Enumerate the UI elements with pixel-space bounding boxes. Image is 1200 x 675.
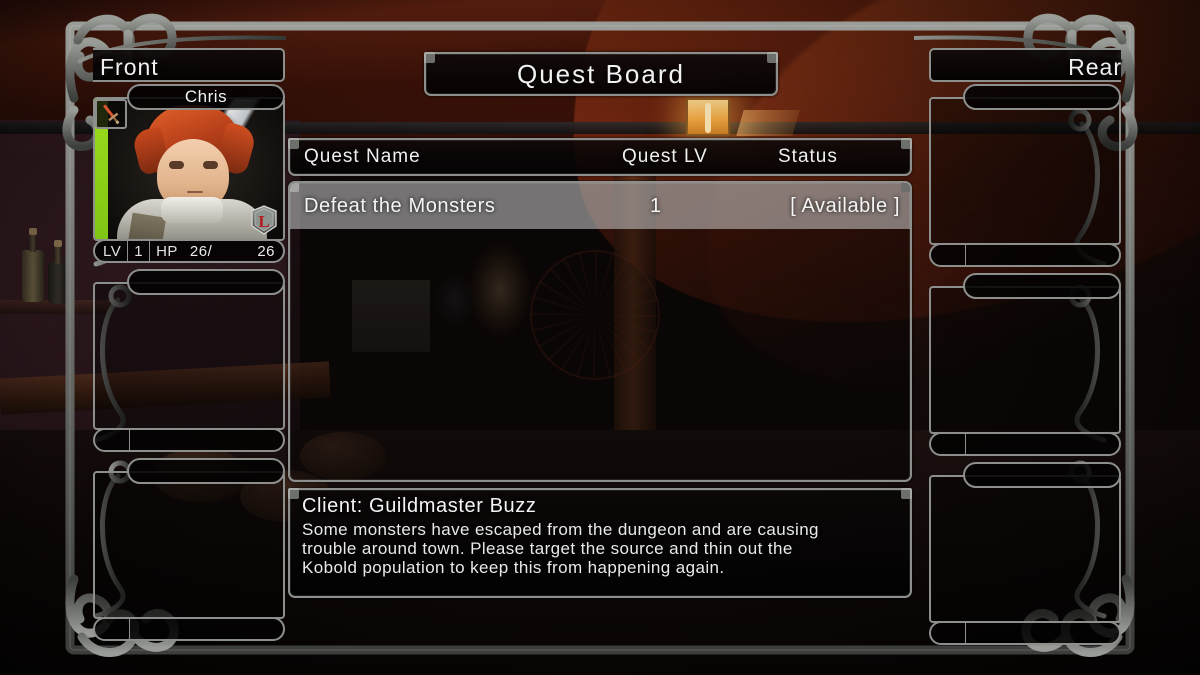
party-member-name <box>963 273 1121 299</box>
class-badge-icon: L <box>250 205 278 235</box>
page-title: Quest Board <box>424 52 778 96</box>
party-member-name <box>127 269 285 295</box>
party-member-stats <box>929 432 1121 456</box>
hp-current: 26 <box>189 242 208 260</box>
svg-text:L: L <box>258 212 269 231</box>
hp-label: HP <box>156 242 178 260</box>
party-member-stats <box>93 428 285 452</box>
status-badge: [ Available ] <box>790 194 900 217</box>
quest-level: 1 <box>650 194 662 217</box>
lantern-icon <box>686 98 730 136</box>
party-member-name: Chris <box>127 84 285 110</box>
game-screen: Front Rear Chris L LV 1 HP 26 / 26 Quest… <box>0 0 1200 675</box>
column-header-quest-name: Quest Name <box>304 146 421 167</box>
sword-icon <box>95 99 127 129</box>
party-member-stats: LV 1 HP 26 / 26 <box>93 239 285 263</box>
party-member-name <box>963 462 1121 488</box>
party-empty-slot[interactable] <box>929 475 1121 623</box>
party-member-portrait[interactable]: L <box>93 97 285 241</box>
quest-table-header: Quest Name Quest LV Status <box>288 138 912 176</box>
quest-list-row[interactable]: Defeat the Monsters 1 [ Available ] <box>290 183 910 229</box>
lv-value: 1 <box>134 242 144 260</box>
front-row-label: Front <box>100 53 159 80</box>
quest-description-panel: Client: Guildmaster Buzz Some monsters h… <box>288 488 912 598</box>
party-empty-slot[interactable] <box>929 286 1121 434</box>
column-header-status: Status <box>778 146 838 167</box>
window-light <box>736 110 800 136</box>
party-empty-slot[interactable] <box>93 471 285 619</box>
quest-client-line: Client: Guildmaster Buzz <box>302 495 537 517</box>
party-empty-slot[interactable] <box>929 97 1121 245</box>
party-member-stats <box>929 621 1121 645</box>
wine-bottle <box>22 228 44 302</box>
rear-row-label: Rear <box>1068 53 1122 80</box>
quest-description-text: Some monsters have escaped from the dung… <box>302 520 819 577</box>
party-member-name <box>963 84 1121 110</box>
column-header-quest-level: Quest LV <box>622 146 708 167</box>
party-member-name <box>127 458 285 484</box>
hp-separator: / <box>207 242 213 260</box>
party-slot-front-1[interactable]: Chris L LV 1 HP 26 / 26 <box>93 84 285 263</box>
party-slot-front-3[interactable] <box>93 458 285 641</box>
party-front-column: Chris L LV 1 HP 26 / 26 <box>93 84 285 647</box>
party-member-stats <box>929 243 1121 267</box>
quest-name: Defeat the Monsters <box>304 194 496 217</box>
party-slot-rear-1[interactable] <box>929 84 1121 267</box>
quest-list[interactable]: Defeat the Monsters 1 [ Available ] <box>288 181 912 482</box>
lv-label: LV <box>103 242 122 260</box>
party-empty-slot[interactable] <box>93 282 285 430</box>
hp-max: 26 <box>257 242 275 260</box>
party-slot-rear-2[interactable] <box>929 273 1121 456</box>
party-slot-rear-3[interactable] <box>929 462 1121 645</box>
party-rear-column <box>929 84 1121 651</box>
page-title-text: Quest Board <box>517 58 685 89</box>
wine-bottle <box>48 240 68 304</box>
party-member-stats <box>93 617 285 641</box>
party-slot-front-2[interactable] <box>93 269 285 452</box>
